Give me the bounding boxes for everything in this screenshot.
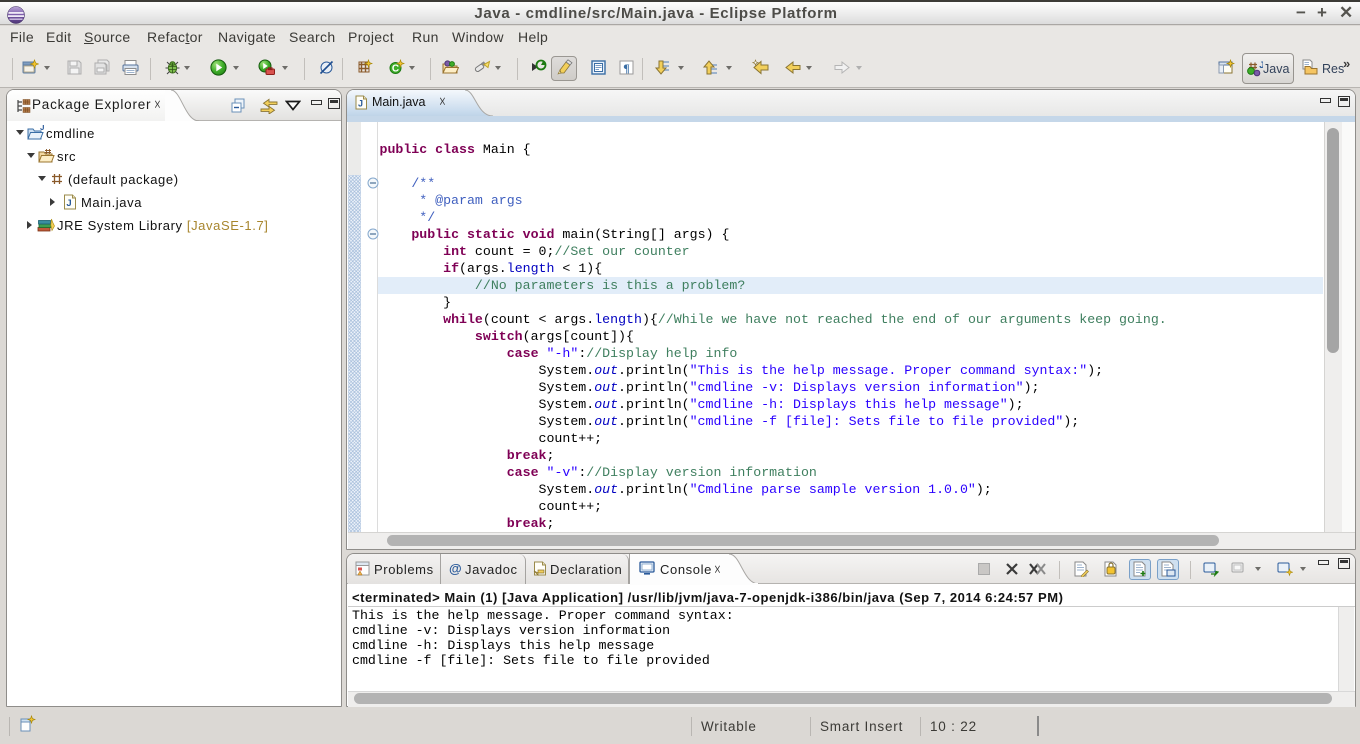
- svg-text:C: C: [392, 64, 399, 75]
- svg-text:J: J: [66, 198, 71, 209]
- svg-text:¶: ¶: [623, 61, 629, 75]
- svg-text:J: J: [358, 99, 363, 109]
- svg-text:J: J: [40, 125, 44, 132]
